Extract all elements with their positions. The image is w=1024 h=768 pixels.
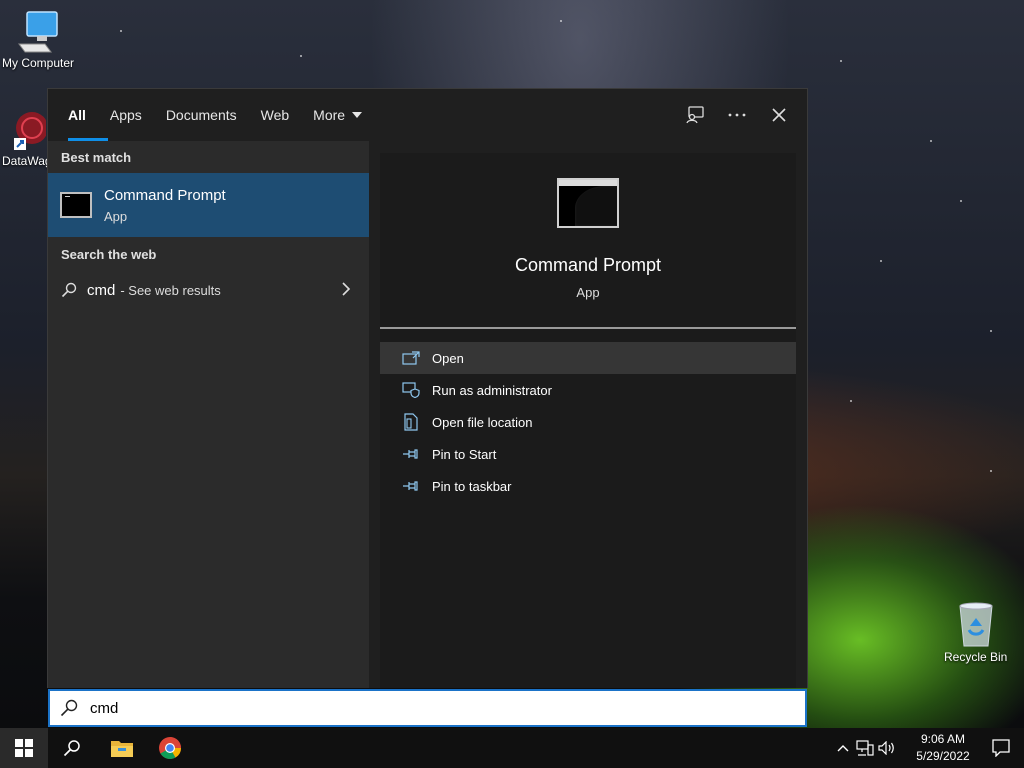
action-label: Run as administrator [432, 382, 552, 398]
taskbar-chrome[interactable] [146, 728, 194, 768]
clock-date: 5/29/2022 [916, 749, 970, 763]
search-icon [63, 740, 80, 757]
search-panel: All Apps Documents Web More Best match C… [47, 88, 808, 688]
preview-header: Command Prompt App [380, 153, 796, 329]
action-open-file-location[interactable]: Open file location [380, 406, 796, 438]
caret-down-icon [352, 112, 363, 118]
taskbar-file-explorer[interactable] [98, 728, 146, 768]
start-button[interactable] [0, 728, 48, 768]
taskbar: 9:06 AM 5/29/2022 [0, 728, 1024, 768]
desktop-icon-label: Recycle Bin [944, 650, 1008, 664]
close-button[interactable] [769, 101, 789, 129]
tab-apps[interactable]: Apps [98, 89, 154, 141]
desktop-icon-label: DataWag [2, 154, 52, 168]
web-result-item[interactable]: cmd - See web results [48, 271, 369, 309]
search-box[interactable] [48, 689, 807, 727]
network-button[interactable] [854, 728, 876, 768]
action-run-as-administrator[interactable]: Run as administrator [380, 374, 796, 406]
tab-label: Documents [165, 107, 237, 123]
desktop-icon-label: My Computer [2, 56, 75, 70]
chevron-right-icon [342, 282, 351, 296]
feedback-button[interactable] [685, 101, 705, 129]
tab-more[interactable]: More [301, 89, 375, 141]
ellipsis-icon [728, 113, 746, 117]
search-web-heading: Search the web [61, 246, 157, 262]
action-label: Pin to taskbar [432, 478, 512, 494]
tab-documents[interactable]: Documents [154, 89, 249, 141]
tab-label: Web [260, 107, 290, 123]
taskbar-clock[interactable]: 9:06 AM 5/29/2022 [908, 731, 978, 765]
search-icon [61, 282, 77, 298]
close-icon [772, 108, 786, 122]
file-location-icon [402, 413, 420, 431]
tab-label: Apps [109, 107, 142, 123]
results-list: Best match Command Prompt App Search the… [48, 141, 369, 688]
show-hidden-icons-button[interactable] [832, 728, 854, 768]
web-result-query: cmd [87, 281, 116, 299]
recycle-bin-icon [959, 602, 993, 647]
pin-icon [402, 477, 420, 495]
taskbar-search-button[interactable] [48, 728, 96, 768]
shield-icon [402, 381, 420, 399]
desktop-icon-recycle-bin[interactable]: Recycle Bin [944, 600, 1007, 664]
best-match-item[interactable]: Command Prompt App [48, 173, 369, 237]
open-icon [402, 349, 420, 367]
preview-pane: Command Prompt App Open Run as administr… [380, 153, 796, 688]
web-result-suffix: - See web results [120, 282, 221, 298]
speaker-icon [878, 741, 894, 755]
action-center-button[interactable] [978, 728, 1024, 768]
computer-icon [18, 11, 58, 53]
action-label: Open [432, 350, 464, 366]
action-pin-to-taskbar[interactable]: Pin to taskbar [380, 470, 796, 502]
action-label: Open file location [432, 414, 533, 430]
tab-label: More [313, 107, 346, 123]
best-match-heading: Best match [61, 149, 132, 165]
desktop-icon-my-computer[interactable]: My Computer [2, 8, 74, 70]
chevron-up-icon [837, 745, 849, 752]
volume-button[interactable] [876, 728, 898, 768]
datawag-icon [14, 112, 46, 150]
notification-icon [992, 739, 1010, 757]
more-options-button[interactable] [727, 101, 747, 129]
feedback-icon [686, 106, 704, 124]
chrome-icon [159, 737, 181, 759]
search-tabs: All Apps Documents Web More [48, 89, 807, 141]
system-tray: 9:06 AM 5/29/2022 [832, 728, 1024, 768]
pin-icon [402, 445, 420, 463]
desktop-icon-datawag[interactable]: DataWag [2, 108, 52, 168]
tab-all[interactable]: All [56, 89, 108, 141]
preview-title: Command Prompt [514, 255, 662, 275]
command-prompt-icon [60, 192, 92, 218]
action-list: Open Run as administrator Open file loca… [380, 342, 796, 502]
action-label: Pin to Start [432, 446, 497, 462]
file-explorer-icon [111, 741, 133, 757]
search-input[interactable] [90, 699, 690, 717]
best-match-title: Command Prompt [104, 186, 226, 204]
preview-subtitle: App [576, 285, 600, 300]
tab-label: All [68, 107, 86, 123]
best-match-subtitle: App [104, 208, 128, 224]
action-pin-to-start[interactable]: Pin to Start [380, 438, 796, 470]
network-icon [856, 740, 874, 756]
windows-logo-icon [15, 739, 33, 757]
search-icon [60, 699, 78, 717]
command-prompt-large-icon [557, 178, 619, 228]
action-open[interactable]: Open [380, 342, 796, 374]
tab-web[interactable]: Web [249, 89, 302, 141]
clock-time: 9:06 AM [920, 732, 966, 746]
